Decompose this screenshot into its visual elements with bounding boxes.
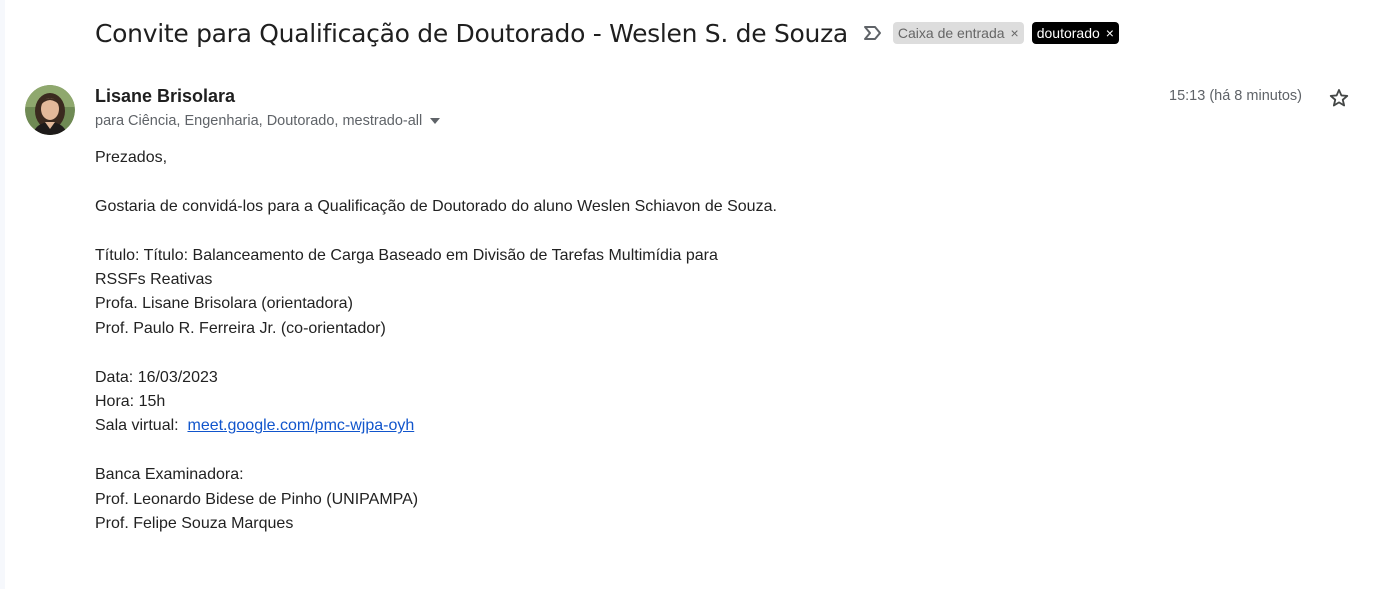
body-committee-member-2: Prof. Felipe Souza Marques — [95, 515, 294, 533]
body-greeting: Prezados, — [95, 149, 168, 166]
body-advisor: Profa. Lisane Brisolara (orientadora) — [95, 295, 353, 313]
body-committee-member-1: Prof. Leonardo Bidese de Pinho (UNIPAMPA… — [95, 490, 419, 508]
body-intro: Gostaria de convidá-los para a Qualifica… — [95, 197, 777, 215]
body-time: Hora: 15h — [95, 393, 166, 411]
body-date: Data: 16/03/2023 — [95, 368, 218, 386]
email-subject: Convite para Qualificação de Doutorado -… — [95, 18, 848, 48]
left-divider — [0, 0, 5, 589]
label-chip-text: doutorado — [1036, 25, 1100, 41]
body-room: Sala virtual: meet.google.com/pmc-wjpa-o… — [95, 414, 777, 438]
label-chip-doutorado[interactable]: doutorado × — [1031, 22, 1119, 44]
remove-label-doutorado-button[interactable]: × — [1106, 26, 1114, 40]
body-room-label: Sala virtual: — [95, 417, 179, 435]
recipients-toggle[interactable]: para Ciência, Engenharia, Doutorado, mes… — [95, 113, 441, 129]
caret-down-icon[interactable] — [429, 115, 441, 127]
importance-marker-icon[interactable] — [862, 22, 884, 44]
body-title-line-1: Título: Título: Balanceamento de Carga B… — [95, 246, 718, 264]
body-coadvisor: Prof. Paulo R. Ferreira Jr. (co-orientad… — [95, 319, 386, 337]
sender-name[interactable]: Lisane Brisolara — [95, 86, 235, 107]
email-view: Convite para Qualificação de Doutorado -… — [0, 0, 1373, 589]
subject-row: Convite para Qualificação de Doutorado -… — [95, 14, 1119, 52]
sender-avatar[interactable] — [25, 85, 75, 135]
email-body: Prezados, Gostaria de convidá-los para a… — [95, 146, 777, 536]
remove-label-inbox-button[interactable]: × — [1011, 26, 1019, 40]
label-chip-text: Caixa de entrada — [897, 25, 1005, 41]
body-committee-heading: Banca Examinadora: — [95, 466, 244, 484]
body-title-line-2: RSSFs Reativas — [95, 271, 213, 288]
meet-link[interactable]: meet.google.com/pmc-wjpa-oyh — [187, 417, 414, 434]
email-timestamp: 15:13 (há 8 minutos) — [1169, 88, 1302, 104]
star-icon[interactable] — [1327, 86, 1351, 110]
label-chip-inbox[interactable]: Caixa de entrada × — [892, 22, 1024, 44]
recipients-text: para Ciência, Engenharia, Doutorado, mes… — [95, 113, 423, 129]
